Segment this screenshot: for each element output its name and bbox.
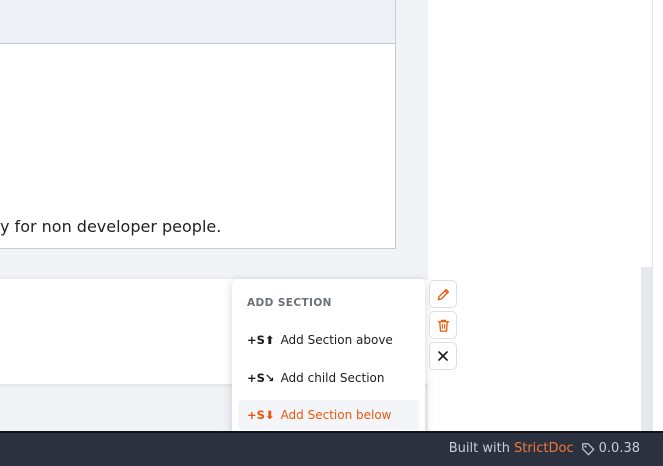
document-table	[0, 0, 396, 249]
tag-icon	[581, 442, 595, 456]
pencil-icon	[437, 288, 449, 300]
trash-icon	[437, 319, 449, 332]
delete-button[interactable]	[429, 311, 457, 339]
menu-item-label: Add Section above	[280, 333, 393, 347]
built-with-label: Built with	[448, 441, 510, 456]
close-icon	[438, 351, 448, 361]
add-section-menu: ADD SECTION +S⬆ Add Section above +S↘ Ad…	[232, 279, 425, 439]
menu-title: ADD SECTION	[247, 297, 332, 309]
document-text: y for non developer people.	[0, 217, 222, 236]
right-pane-edge	[652, 0, 663, 431]
version-label: 0.0.38	[598, 441, 640, 456]
shortcut-label: +S↘	[247, 371, 275, 385]
shortcut-label: +S⬇	[247, 408, 275, 422]
add-section-above-item[interactable]: +S⬆ Add Section above	[238, 325, 419, 355]
right-pane	[428, 0, 663, 431]
menu-item-label: Add Section below	[280, 408, 392, 422]
edit-button[interactable]	[429, 280, 457, 308]
table-header-row	[0, 0, 395, 44]
shortcut-label: +S⬆	[247, 333, 275, 347]
footer-bar: Built with StrictDoc 0.0.38	[0, 431, 663, 466]
add-section-below-item[interactable]: +S⬇ Add Section below	[238, 400, 419, 430]
close-button[interactable]	[429, 342, 457, 370]
strictdoc-link[interactable]: StrictDoc	[514, 441, 574, 456]
right-pane-scroll-track[interactable]	[641, 267, 652, 431]
add-child-section-item[interactable]: +S↘ Add child Section	[238, 363, 419, 393]
footer-credits: Built with StrictDoc 0.0.38	[449, 441, 640, 456]
menu-item-label: Add child Section	[280, 371, 385, 385]
